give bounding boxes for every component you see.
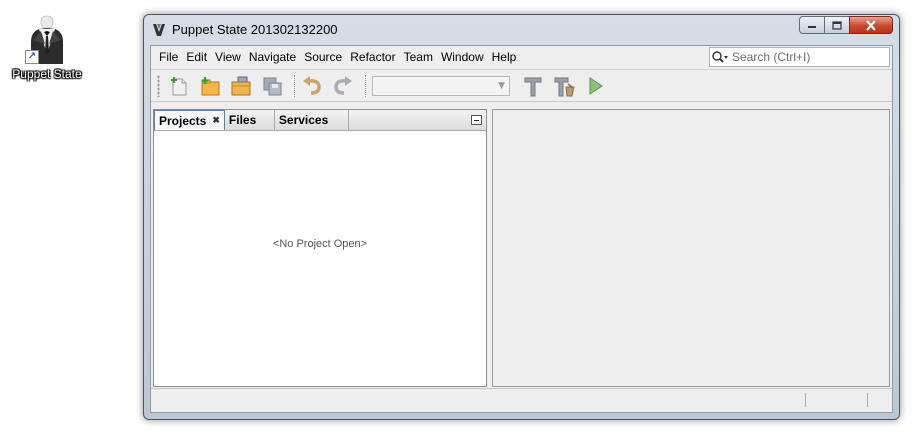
window-title: Puppet State 201302132200: [172, 22, 338, 37]
build-icon: [524, 77, 542, 96]
search-icon[interactable]: [710, 48, 730, 66]
undo-button[interactable]: [299, 73, 325, 99]
title-bar[interactable]: Puppet State 201302132200: [144, 15, 899, 43]
save-all-button[interactable]: [259, 73, 285, 99]
client-area: File Edit View Navigate Source Refactor …: [150, 45, 893, 413]
main-toolbar: ▼: [151, 69, 892, 102]
app-window: Puppet State 201302132200 File Edit View…: [143, 14, 900, 420]
no-project-message: <No Project Open>: [272, 238, 368, 250]
clean-build-button[interactable]: [551, 73, 577, 99]
open-project-icon: [231, 76, 251, 95]
close-icon: [866, 19, 876, 31]
toolbar-separator: [294, 74, 295, 97]
tab-projects-label: Projects: [159, 113, 207, 128]
menu-window[interactable]: Window: [437, 50, 488, 64]
new-project-icon: [201, 76, 220, 95]
run-icon: [589, 76, 603, 95]
tab-files-label: Files: [228, 113, 257, 127]
close-tab-icon[interactable]: ✖: [212, 115, 220, 126]
status-bar: [151, 388, 892, 412]
minimize-button[interactable]: [799, 16, 825, 34]
menu-view[interactable]: View: [211, 50, 245, 64]
menu-navigate[interactable]: Navigate: [245, 50, 300, 64]
search-input[interactable]: [730, 50, 889, 64]
run-button[interactable]: [582, 73, 608, 99]
menu-source[interactable]: Source: [300, 50, 346, 64]
tab-projects[interactable]: Projects ✖: [154, 110, 225, 130]
menu-team[interactable]: Team: [400, 50, 437, 64]
window-controls: [799, 16, 893, 34]
explorer-tabs: Projects ✖ Files Services: [154, 110, 486, 131]
redo-button[interactable]: [330, 73, 356, 99]
app-logo-icon: [152, 23, 166, 37]
new-file-button[interactable]: [166, 73, 192, 99]
quick-search: [709, 47, 890, 67]
new-file-icon: [171, 76, 187, 95]
new-project-button[interactable]: [197, 73, 223, 99]
tuxedo-icon: ↗: [25, 14, 69, 64]
build-button[interactable]: [520, 73, 546, 99]
tab-strip-fill: [349, 110, 486, 130]
close-button[interactable]: [849, 16, 893, 34]
menu-edit[interactable]: Edit: [182, 50, 211, 64]
status-divider: [805, 393, 806, 407]
desktop-icon-label: Puppet State: [12, 67, 82, 81]
clean-build-icon: [554, 77, 575, 96]
toolbar-grip[interactable]: [157, 74, 160, 97]
undo-icon: [303, 75, 321, 95]
toolbar-separator: [365, 74, 366, 97]
configuration-select[interactable]: ▼: [372, 75, 510, 96]
menu-help[interactable]: Help: [488, 50, 521, 64]
save-all-icon: [263, 77, 282, 95]
status-divider: [867, 393, 868, 407]
menu-file[interactable]: File: [155, 50, 182, 64]
open-project-button[interactable]: [228, 73, 254, 99]
tab-services[interactable]: Services: [275, 110, 349, 130]
editor-area: [492, 109, 890, 387]
tab-services-label: Services: [278, 113, 329, 127]
minimize-panel-icon[interactable]: [471, 115, 482, 125]
maximize-icon: [832, 20, 842, 30]
menu-refactor[interactable]: Refactor: [346, 50, 399, 64]
desktop-shortcut-puppet-state[interactable]: ↗ Puppet State: [8, 14, 86, 81]
minimize-icon: [808, 26, 816, 28]
tab-files[interactable]: Files: [225, 110, 275, 130]
chevron-down-icon: ▼: [498, 80, 505, 91]
redo-icon: [334, 75, 352, 95]
maximize-button[interactable]: [824, 16, 850, 34]
shortcut-arrow-icon: ↗: [25, 50, 39, 64]
explorer-panel: Projects ✖ Files Services <No Project Op…: [153, 109, 487, 387]
